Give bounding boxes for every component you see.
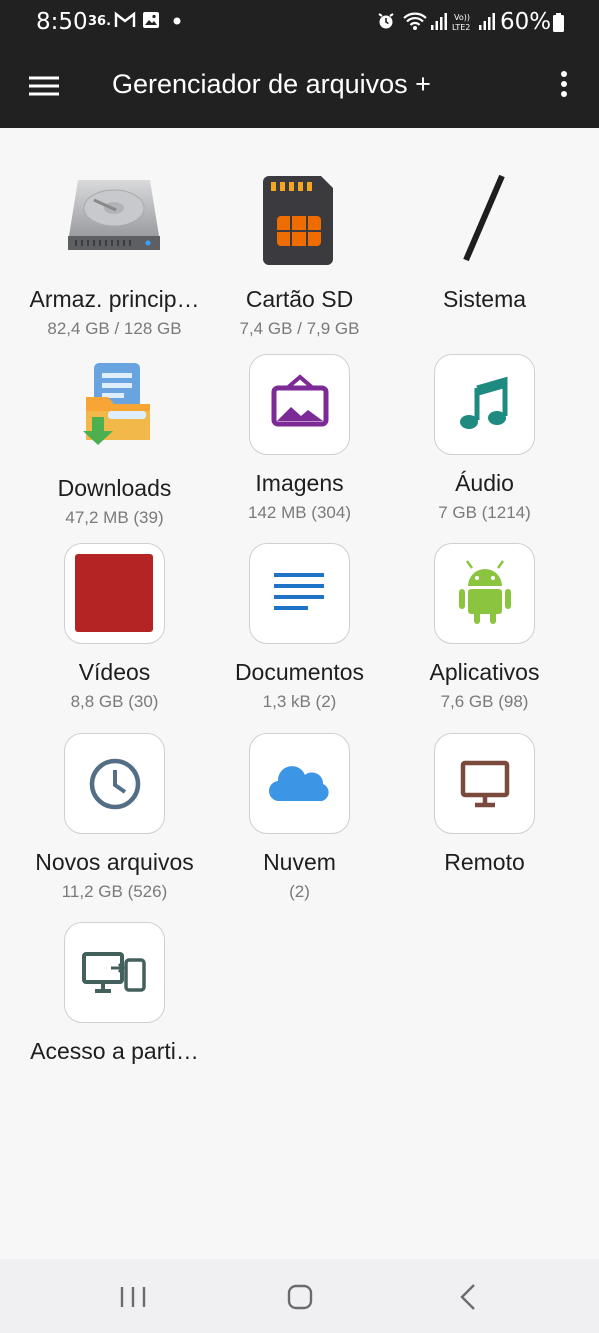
tile-label: Áudio [455,470,514,496]
tile-meta: 142 MB (304) [248,503,351,522]
cloud-icon [249,733,350,834]
battery-icon [553,13,564,32]
app-title: Gerenciador de arquivos + [112,69,431,99]
svg-text:Vo)): Vo)) [454,13,470,22]
tile-label: Aplicativos [429,659,540,685]
gmail-icon [114,11,136,27]
tile-label: Nuvem [263,849,336,875]
sd-card-icon [249,170,350,271]
battery-percent: 60% [500,9,552,35]
svg-text:LTE2: LTE2 [452,23,470,32]
tile-audio[interactable]: Áudio 7 GB (1214) [392,354,577,534]
tile-meta: 8,8 GB (30) [70,692,159,711]
menu-button[interactable] [22,64,66,108]
clock-icon [64,733,165,834]
status-network: 36. [88,14,112,29]
monitor-icon [434,733,535,834]
home-icon [287,1284,313,1310]
signal-icon [431,13,447,30]
tile-label: Documentos [234,659,365,685]
tile-system[interactable]: Sistema [392,170,577,350]
volte-icon: Vo))LTE2 [452,13,470,32]
tile-access-from-pc[interactable]: Acesso a parti… [22,922,207,1102]
tile-meta: 7 GB (1214) [438,503,531,522]
tile-cloud[interactable]: Nuvem (2) [207,733,392,913]
home-button[interactable] [280,1279,320,1315]
back-button[interactable] [449,1279,489,1315]
tile-documents[interactable]: Documentos 1,3 kB (2) [207,543,392,723]
tile-meta: 7,4 GB / 7,9 GB [239,319,360,338]
wifi-icon [403,12,427,30]
tile-videos[interactable]: Vídeos 8,8 GB (30) [22,543,207,723]
alarm-icon [378,13,394,29]
status-time: 8:50 [36,9,88,35]
recents-button[interactable] [113,1279,153,1315]
tile-main-storage[interactable]: Armaz. princip… 82,4 GB / 128 GB [22,170,207,350]
pc-to-phone-icon [64,922,165,1023]
hamburger-icon [29,76,59,96]
hard-drive-icon [64,170,165,271]
tile-apps[interactable]: Aplicativos 7,6 GB (98) [392,543,577,723]
tile-label: Remoto [444,849,525,875]
system-nav-bar [0,1259,599,1333]
tile-meta: 47,2 MB (39) [65,508,164,527]
back-icon [460,1284,475,1310]
tile-meta: 1,3 kB (2) [262,692,337,711]
download-folder-icon [64,359,165,460]
tile-sd-card[interactable]: Cartão SD 7,4 GB / 7,9 GB [207,170,392,350]
tile-meta: 7,6 GB (98) [440,692,529,711]
tile-meta: (2) [289,882,310,901]
tile-meta: 11,2 GB (526) [61,882,168,901]
status-bar: 8:50 36. Vo)) LTE2 60% [0,0,599,42]
tile-images[interactable]: Imagens 142 MB (304) [207,354,392,534]
tile-meta: 82,4 GB / 128 GB [47,319,182,338]
tile-label: Vídeos [78,659,151,685]
signal-icon [479,13,495,30]
tile-label: Armaz. princip… [29,286,200,312]
video-icon [64,543,165,644]
android-icon [434,543,535,644]
picture-icon [249,354,350,455]
tile-label: Cartão SD [245,286,354,312]
tile-label: Sistema [442,286,527,312]
dot-icon [173,17,181,25]
tile-label: Acesso a parti… [30,1038,199,1064]
recents-icon [120,1287,146,1307]
tile-label: Downloads [57,475,172,501]
tile-label: Imagens [255,470,344,496]
more-vert-icon [561,71,567,97]
app-bar: Gerenciador de arquivos + [0,42,599,128]
tile-downloads[interactable]: Downloads 47,2 MB (39) [22,359,207,539]
tile-label: Novos arquivos [35,849,194,875]
gallery-icon [143,12,159,28]
music-note-icon [434,354,535,455]
slash-icon [434,170,535,271]
tile-remote[interactable]: Remoto [392,733,577,913]
more-options-button[interactable] [548,64,580,108]
tile-recent-files[interactable]: Novos arquivos 11,2 GB (526) [22,733,207,913]
document-lines-icon [249,543,350,644]
